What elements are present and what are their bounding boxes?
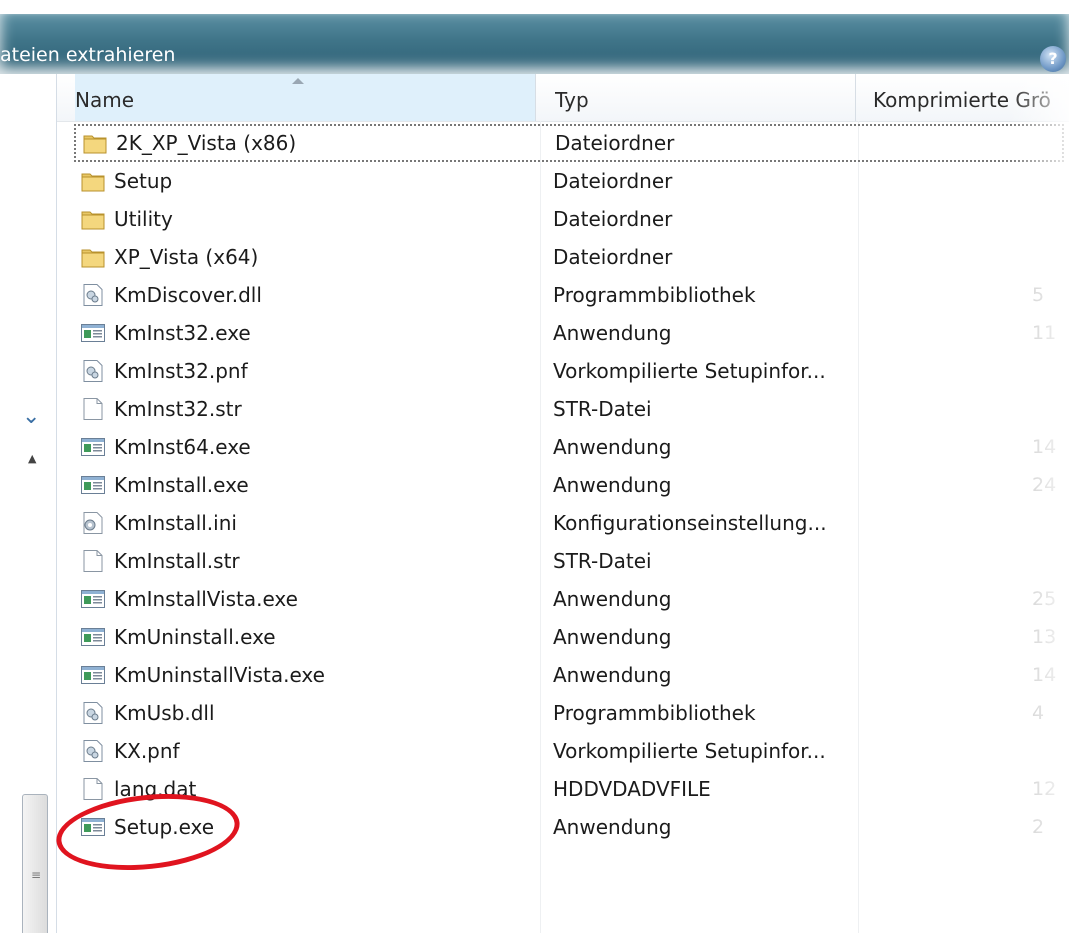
file-size: 14 — [1032, 664, 1057, 686]
file-type: STR-Datei — [553, 397, 652, 421]
file-type: Programmbibliothek — [553, 283, 756, 307]
file-type: Anwendung — [553, 473, 672, 497]
file-icon — [80, 777, 106, 801]
file-name: XP_Vista (x64) — [114, 245, 259, 269]
file-size: 25 — [1032, 588, 1057, 610]
file-row[interactable]: KmInst64.exe Anwendung 14 — [72, 428, 1069, 466]
file-type: Anwendung — [553, 815, 672, 839]
folder-icon — [82, 131, 108, 155]
file-row[interactable]: KmInstall.ini Konfigurationseinstellung..… — [72, 504, 1069, 542]
file-type: Dateiordner — [553, 169, 673, 193]
file-name: Utility — [114, 207, 173, 231]
folder-icon — [80, 169, 106, 193]
exe-icon — [80, 321, 106, 345]
file-name: KmInst32.pnf — [114, 359, 248, 383]
column-header-type-label: Typ — [555, 88, 589, 112]
file-name: Setup — [114, 169, 173, 193]
file-row[interactable]: 2K_XP_Vista (x86) Dateiordner — [74, 124, 1064, 162]
dll-icon — [80, 283, 106, 307]
dll-icon — [80, 701, 106, 725]
file-name: 2K_XP_Vista (x86) — [116, 131, 297, 155]
file-row[interactable]: KmInst32.pnf Vorkompilierte Setupinfor... — [72, 352, 1069, 390]
navigation-pane: ⌄ ▲ ≡ — [0, 74, 57, 933]
file-name: KX.pnf — [114, 739, 180, 763]
column-header-name-label: Name — [75, 88, 135, 112]
exe-icon — [80, 625, 106, 649]
chevron-down-icon[interactable]: ⌄ — [22, 404, 40, 429]
file-name: KmInstall.str — [114, 549, 240, 573]
file-row[interactable]: KmInst32.exe Anwendung 11 — [72, 314, 1069, 352]
file-type: Anwendung — [553, 435, 672, 459]
file-row[interactable]: XP_Vista (x64) Dateiordner — [72, 238, 1069, 276]
file-name: KmInst32.exe — [114, 321, 251, 345]
exe-icon — [80, 435, 106, 459]
file-type: Anwendung — [553, 663, 672, 687]
file-row[interactable]: KmDiscover.dll Programmbibliothek 5 — [72, 276, 1069, 314]
file-name: KmInstallVista.exe — [114, 587, 298, 611]
window-title: ateien extrahieren — [0, 44, 176, 66]
column-header: Name Typ Komprimierte Grö — [57, 74, 1069, 122]
file-icon — [80, 549, 106, 573]
column-header-type[interactable]: Typ — [555, 74, 856, 121]
file-type: Programmbibliothek — [553, 701, 756, 725]
file-row[interactable]: KmInstallVista.exe Anwendung 25 — [72, 580, 1069, 618]
file-row[interactable]: KmUninstall.exe Anwendung 13 — [72, 618, 1069, 656]
sort-ascending-icon — [292, 78, 304, 84]
file-name: KmUninstallVista.exe — [114, 663, 325, 687]
file-type: HDDVDADVFILE — [553, 777, 711, 801]
file-size: 14 — [1032, 436, 1057, 458]
exe-icon — [80, 473, 106, 497]
file-name: KmUsb.dll — [114, 701, 215, 725]
file-type: Anwendung — [553, 321, 672, 345]
file-row[interactable]: KmUninstallVista.exe Anwendung 14 — [72, 656, 1069, 694]
file-type: Vorkompilierte Setupinfor... — [553, 359, 826, 383]
file-row[interactable]: KmUsb.dll Programmbibliothek 4 — [72, 694, 1069, 732]
scroll-up-icon[interactable]: ▲ — [28, 452, 36, 465]
file-row[interactable]: KmInst32.str STR-Datei — [72, 390, 1069, 428]
file-name: KmInstall.exe — [114, 473, 249, 497]
file-size: 24 — [1032, 474, 1057, 496]
file-type: Vorkompilierte Setupinfor... — [553, 739, 826, 763]
exe-icon — [80, 587, 106, 611]
file-name: KmInst32.str — [114, 397, 242, 421]
file-row[interactable]: KX.pnf Vorkompilierte Setupinfor... — [72, 732, 1069, 770]
file-row[interactable]: Setup Dateiordner — [72, 162, 1069, 200]
folder-icon — [80, 207, 106, 231]
file-type: Anwendung — [553, 625, 672, 649]
exe-icon — [80, 663, 106, 687]
dll-icon — [80, 359, 106, 383]
file-row[interactable]: Utility Dateiordner — [72, 200, 1069, 238]
dll-icon — [80, 739, 106, 763]
file-name: KmDiscover.dll — [114, 283, 262, 307]
file-name: KmUninstall.exe — [114, 625, 276, 649]
file-name: KmInst64.exe — [114, 435, 251, 459]
file-type: Dateiordner — [555, 131, 675, 155]
help-icon[interactable]: ? — [1040, 46, 1066, 72]
title-bar: ateien extrahieren ? — [0, 0, 1069, 74]
file-type: Dateiordner — [553, 245, 673, 269]
file-size: 12 — [1032, 778, 1057, 800]
file-row[interactable]: KmInstall.str STR-Datei — [72, 542, 1069, 580]
file-size: 11 — [1032, 322, 1057, 344]
ini-icon — [80, 511, 106, 535]
column-header-size-label: Komprimierte Grö — [873, 88, 1051, 112]
file-type: Anwendung — [553, 587, 672, 611]
file-icon — [80, 397, 106, 421]
file-type: STR-Datei — [553, 549, 652, 573]
column-header-size[interactable]: Komprimierte Grö — [873, 74, 1069, 121]
file-type: Dateiordner — [553, 207, 673, 231]
scrollbar-thumb[interactable]: ≡ — [22, 794, 48, 933]
file-size: 2 — [1032, 816, 1045, 838]
file-extract-window: ateien extrahieren ? ⌄ ▲ ≡ Name Typ Komp… — [0, 0, 1069, 933]
file-size: 13 — [1032, 626, 1057, 648]
file-name: KmInstall.ini — [114, 511, 237, 535]
file-row[interactable]: KmInstall.exe Anwendung 24 — [72, 466, 1069, 504]
folder-icon — [80, 245, 106, 269]
file-type: Konfigurationseinstellung... — [553, 511, 827, 535]
grip-icon: ≡ — [31, 868, 42, 882]
file-size: 5 — [1032, 284, 1045, 306]
column-header-name[interactable]: Name — [75, 74, 536, 121]
file-size: 4 — [1032, 702, 1045, 724]
